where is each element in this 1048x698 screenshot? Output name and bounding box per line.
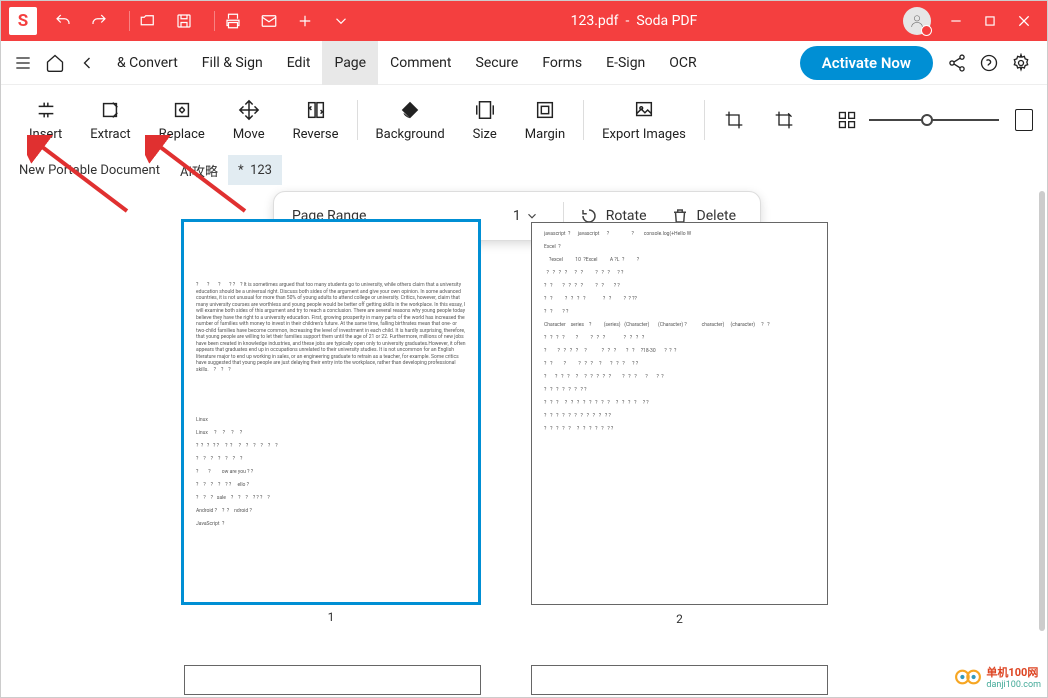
page-number-1: 1 (184, 610, 478, 624)
title-appname: Soda PDF (636, 13, 697, 29)
titlebar: S 123.pdf - Soda PDF (1, 1, 1047, 41)
grid-view-icon[interactable] (837, 110, 857, 130)
background-button[interactable]: Background (362, 90, 459, 150)
move-label: Move (233, 127, 265, 142)
app-logo: S (9, 7, 37, 35)
page-canvas: Page Range 1 Rotate Delete ? ? ? ? ? ? I… (1, 185, 1047, 697)
tab-ocr[interactable]: OCR (657, 41, 708, 85)
title-filename: 123.pdf (571, 13, 619, 29)
extract-button[interactable]: Extract (76, 90, 144, 150)
zoom-slider-handle[interactable] (921, 114, 933, 126)
doc-tab-3-label: 123 (250, 163, 272, 178)
maximize-button[interactable] (975, 6, 1005, 36)
page-content: ? ? ? ? ? ? It is sometimes argued that … (196, 282, 466, 373)
insert-button[interactable]: Insert (15, 90, 76, 150)
home-icon[interactable] (41, 49, 69, 77)
reverse-button[interactable]: Reverse (279, 90, 353, 150)
extract-label: Extract (90, 127, 130, 142)
doc-tab-2[interactable]: AI攻略 (170, 155, 228, 185)
crop-adjust-icon[interactable] (769, 105, 799, 135)
replace-label: Replace (159, 127, 205, 142)
export-images-button[interactable]: Export Images (588, 90, 700, 150)
undo-icon[interactable] (51, 9, 75, 33)
tab-comment[interactable]: Comment (378, 41, 463, 85)
doc-tab-1[interactable]: New Portable Document (9, 155, 170, 185)
tab-convert[interactable]: & Convert (105, 41, 190, 85)
watermark-line1: 单机100网 (986, 664, 1041, 680)
page-content: LinuxLinux ? ? ? ?? ? ? ? ? ? ? ? ? ? ? … (196, 417, 466, 528)
settings-icon[interactable] (1007, 49, 1035, 77)
hamburger-icon[interactable] (9, 49, 37, 77)
page-content: javascript ? javascript ? ? console.log(… (544, 231, 815, 433)
watermark-icon (954, 663, 982, 691)
view-controls (833, 109, 1033, 131)
ribbon: Insert Extract Replace Move Reverse Back… (1, 85, 1047, 155)
move-button[interactable]: Move (219, 90, 279, 150)
size-button[interactable]: Size (459, 90, 511, 150)
ribbon-separator (357, 100, 358, 140)
page-thumb-row2-2[interactable] (531, 665, 828, 695)
tab-secure[interactable]: Secure (464, 41, 531, 85)
single-page-icon[interactable] (1015, 109, 1033, 131)
replace-button[interactable]: Replace (145, 90, 219, 150)
page-thumb-2[interactable]: javascript ? javascript ? ? console.log(… (531, 222, 828, 605)
document-tabs: New Portable Document AI攻略 * 123 (1, 155, 1047, 185)
watermark-line2: danji100.com (986, 680, 1041, 690)
doc-tab-3[interactable]: * 123 (228, 155, 282, 185)
page-thumb-row2-1[interactable] (184, 665, 481, 695)
tab-page[interactable]: Page (322, 41, 378, 85)
add-icon[interactable] (293, 9, 317, 33)
redo-icon[interactable] (87, 9, 111, 33)
tab-edit[interactable]: Edit (275, 41, 323, 85)
menubar: & Convert Fill & Sign Edit Page Comment … (1, 41, 1047, 85)
mail-icon[interactable] (257, 9, 281, 33)
page-range-value: 1 (513, 208, 521, 224)
crop-icon[interactable] (719, 105, 749, 135)
margin-label: Margin (525, 127, 565, 142)
reverse-label: Reverse (293, 127, 339, 142)
doc-tab-modified: * (238, 163, 244, 178)
tab-forms[interactable]: Forms (530, 41, 594, 85)
chevron-down-icon[interactable] (329, 9, 353, 33)
page-number-2: 2 (532, 612, 827, 626)
titlebar-separator (214, 11, 215, 31)
minimize-button[interactable] (941, 6, 971, 36)
page-thumb-1[interactable]: ? ? ? ? ? ? It is sometimes argued that … (181, 219, 481, 605)
ribbon-separator (583, 100, 584, 140)
tab-esign[interactable]: E-Sign (594, 41, 657, 85)
ribbon-separator (704, 100, 705, 140)
export-label: Export Images (602, 127, 686, 142)
zoom-slider[interactable] (869, 119, 999, 121)
tab-fillsign[interactable]: Fill & Sign (190, 41, 275, 85)
print-icon[interactable] (221, 9, 245, 33)
account-avatar[interactable] (903, 7, 931, 35)
scrollbar[interactable] (1039, 191, 1045, 631)
open-icon[interactable] (136, 9, 160, 33)
help-icon[interactable] (975, 49, 1003, 77)
back-icon[interactable] (73, 49, 101, 77)
save-icon[interactable] (172, 9, 196, 33)
close-button[interactable] (1009, 6, 1039, 36)
titlebar-separator (129, 11, 130, 31)
window-title: 123.pdf - Soda PDF (365, 13, 903, 29)
watermark: 单机100网 danji100.com (954, 663, 1041, 691)
insert-label: Insert (29, 127, 62, 142)
share-icon[interactable] (943, 49, 971, 77)
size-label: Size (473, 127, 497, 142)
chevron-down-icon[interactable] (525, 209, 539, 223)
activate-button[interactable]: Activate Now (800, 46, 933, 80)
margin-button[interactable]: Margin (511, 90, 579, 150)
background-label: Background (376, 127, 445, 142)
